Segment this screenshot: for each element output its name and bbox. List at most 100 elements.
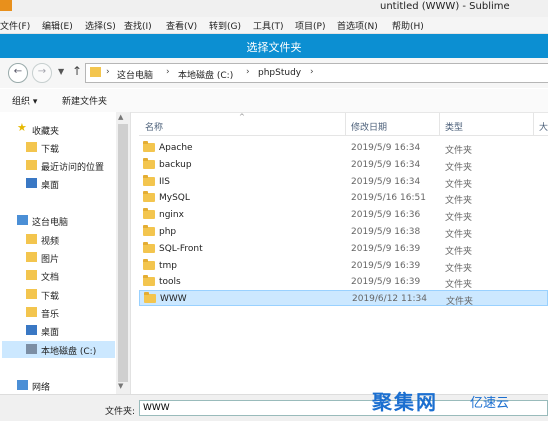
file-name: php (159, 227, 177, 237)
menu-edit[interactable]: 编辑(E) (42, 19, 73, 32)
watermark-brand: 亿速云 (470, 396, 510, 411)
file-name: WWW (160, 294, 187, 304)
file-date: 2019/5/9 16:34 (351, 143, 421, 153)
videos-icon (26, 234, 37, 244)
nav-scrollbar-thumb[interactable] (118, 124, 128, 382)
menu-view[interactable]: 查看(V) (166, 19, 197, 32)
folder-icon (143, 225, 155, 236)
column-divider[interactable] (439, 113, 440, 135)
file-date: 2019/5/9 16:39 (351, 261, 421, 271)
file-type: 文件夹 (446, 297, 474, 307)
folder-icon (143, 208, 155, 219)
watermark-logo: 聚集网 (372, 390, 438, 414)
file-row[interactable]: php 2019/5/9 16:38 文件夹 (139, 224, 548, 240)
music-icon (26, 307, 37, 317)
file-name: tmp (159, 261, 178, 271)
column-date[interactable]: 修改日期 (351, 120, 387, 133)
breadcrumb-phpstudy[interactable]: phpStudy (258, 68, 301, 78)
pictures-icon (26, 252, 37, 262)
folder-icon (143, 191, 155, 202)
menu-project[interactable]: 项目(P) (295, 19, 325, 32)
file-name: tools (159, 277, 181, 287)
new-folder-button[interactable]: 新建文件夹 (62, 94, 107, 107)
toolbar: 组织 ▾ 新建文件夹 (0, 89, 548, 113)
arrow-right-icon: → (37, 66, 47, 77)
file-date: 2019/5/9 16:34 (351, 160, 421, 170)
forward-button[interactable]: → (32, 63, 52, 83)
file-date: 2019/5/9 16:39 (351, 244, 421, 254)
file-row-selected[interactable]: WWW 2019/6/12 11:34 文件夹 (139, 290, 548, 307)
column-name[interactable]: 名称 (145, 120, 163, 133)
file-date: 2019/5/9 16:39 (351, 277, 421, 287)
breadcrumb-separator: › (246, 67, 250, 77)
menu-preferences[interactable]: 首选项(N) (337, 19, 378, 32)
menu-help[interactable]: 帮助(H) (392, 19, 424, 32)
file-name: SQL-Front (159, 244, 203, 254)
documents-icon (26, 270, 37, 280)
menu-selection[interactable]: 选择(S) (85, 19, 116, 32)
breadcrumb-this-pc[interactable]: 这台电脑 (117, 68, 153, 81)
file-type: 文件夹 (445, 230, 473, 240)
arrow-left-icon: ← (13, 66, 23, 77)
file-name: nginx (159, 210, 184, 220)
file-name: IIS (159, 177, 171, 187)
window-title: untitled (WWW) - Sublime (380, 1, 510, 12)
network-icon (17, 380, 28, 390)
menu-tools[interactable]: 工具(T) (253, 19, 284, 32)
column-type[interactable]: 类型 (445, 120, 463, 133)
breadcrumb-separator: › (106, 67, 110, 77)
file-type: 文件夹 (445, 146, 473, 156)
downloads-icon (26, 142, 37, 152)
menu-goto[interactable]: 转到(G) (209, 19, 241, 32)
back-button[interactable]: ← (8, 63, 28, 83)
sort-up-icon: ^ (239, 113, 245, 121)
file-list-header: 名称 ^ 修改日期 类型 大 (139, 113, 548, 136)
file-type: 文件夹 (445, 247, 473, 257)
file-type: 文件夹 (445, 196, 473, 206)
file-date: 2019/5/9 16:38 (351, 227, 421, 237)
downloads-icon (26, 289, 37, 299)
file-type: 文件夹 (445, 264, 473, 274)
drive-icon (26, 344, 37, 354)
folder-icon (144, 292, 156, 303)
folder-icon (90, 67, 101, 77)
menu-find[interactable]: 查找(I) (124, 19, 152, 32)
history-dropdown-icon[interactable]: ▼ (58, 67, 64, 76)
column-size[interactable]: 大 (539, 120, 548, 133)
folder-label: 文件夹: (105, 407, 136, 417)
file-date: 2019/5/9 16:34 (351, 177, 421, 187)
desktop-icon (26, 178, 37, 188)
breadcrumb-separator: › (310, 67, 314, 77)
scroll-down-icon[interactable]: ▼ (118, 382, 123, 390)
file-row[interactable]: backup 2019/5/9 16:34 文件夹 (139, 157, 548, 173)
folder-icon (143, 175, 155, 186)
recent-places-icon (26, 160, 37, 170)
desktop-icon (26, 325, 37, 335)
file-row[interactable]: Apache 2019/5/9 16:34 文件夹 (139, 140, 548, 156)
menu-bar: 文件(F) 编辑(E) 选择(S) 查找(I) 查看(V) 转到(G) 工具(T… (0, 17, 548, 34)
up-arrow-icon[interactable]: ↑ (72, 64, 82, 78)
sublime-logo-icon (0, 0, 12, 11)
file-row[interactable]: SQL-Front 2019/5/9 16:39 文件夹 (139, 241, 548, 257)
file-row[interactable]: tools 2019/5/9 16:39 文件夹 (139, 274, 548, 290)
star-icon: ★ (17, 121, 27, 134)
scroll-up-icon[interactable]: ▲ (118, 113, 123, 121)
breadcrumb-local-disk[interactable]: 本地磁盘 (C:) (178, 68, 233, 81)
file-name: Apache (159, 143, 193, 153)
file-row[interactable]: tmp 2019/5/9 16:39 文件夹 (139, 258, 548, 274)
file-date: 2019/5/9 16:36 (351, 210, 421, 220)
file-row[interactable]: nginx 2019/5/9 16:36 文件夹 (139, 207, 548, 223)
breadcrumb-separator: › (166, 67, 170, 77)
file-row[interactable]: IIS 2019/5/9 16:34 文件夹 (139, 174, 548, 190)
file-row[interactable]: MySQL 2019/5/16 16:51 文件夹 (139, 190, 548, 206)
file-name: MySQL (159, 193, 190, 203)
organize-button[interactable]: 组织 ▾ (12, 94, 37, 107)
column-divider[interactable] (345, 113, 346, 135)
menu-file[interactable]: 文件(F) (0, 19, 30, 32)
folder-icon (143, 158, 155, 169)
folder-icon (143, 141, 155, 152)
dialog-title: 选择文件夹 (246, 41, 302, 54)
folder-icon (143, 275, 155, 286)
address-bar[interactable]: › 这台电脑 › 本地磁盘 (C:) › phpStudy › (85, 63, 548, 83)
column-divider[interactable] (533, 113, 534, 135)
